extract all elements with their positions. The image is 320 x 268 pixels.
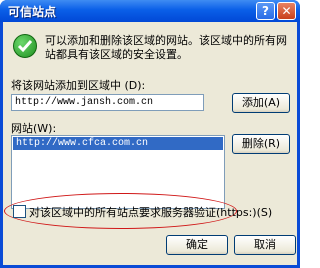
- dialog-title: 可信站点: [8, 5, 57, 19]
- dialog-body: 可以添加和删除该区域的网站。该区域中的所有网站都具有该区域的安全设置。 将该网站…: [3, 22, 297, 265]
- trusted-sites-dialog: 可信站点 ? ✕ 可以添加和删除该区域的网站。该区域中的所有网站都具有该区域的安…: [0, 0, 300, 268]
- site-url-input[interactable]: http://www.jansh.com.cn: [11, 94, 204, 111]
- remove-button[interactable]: 删除(R): [232, 134, 290, 154]
- require-https-checkbox[interactable]: [13, 205, 26, 218]
- list-item[interactable]: http://www.cfca.com.cn: [13, 137, 223, 150]
- title-bar[interactable]: 可信站点 ? ✕: [0, 0, 300, 22]
- require-https-label[interactable]: 对该区域中的所有站点要求服务器验证(https:)(S): [29, 204, 272, 220]
- cancel-button[interactable]: 取消: [234, 235, 296, 255]
- sites-list-label: 网站(W):: [11, 122, 57, 135]
- add-button[interactable]: 添加(A): [232, 93, 290, 113]
- help-button[interactable]: ?: [256, 2, 275, 20]
- ok-button[interactable]: 确定: [166, 235, 228, 255]
- close-button[interactable]: ✕: [277, 2, 296, 20]
- dialog-description: 可以添加和删除该区域的网站。该区域中的所有网站都具有该区域的安全设置。: [45, 34, 287, 61]
- checkmark-shield-icon: [13, 34, 37, 58]
- add-site-label: 将该网站添加到区域中 (D):: [11, 79, 146, 92]
